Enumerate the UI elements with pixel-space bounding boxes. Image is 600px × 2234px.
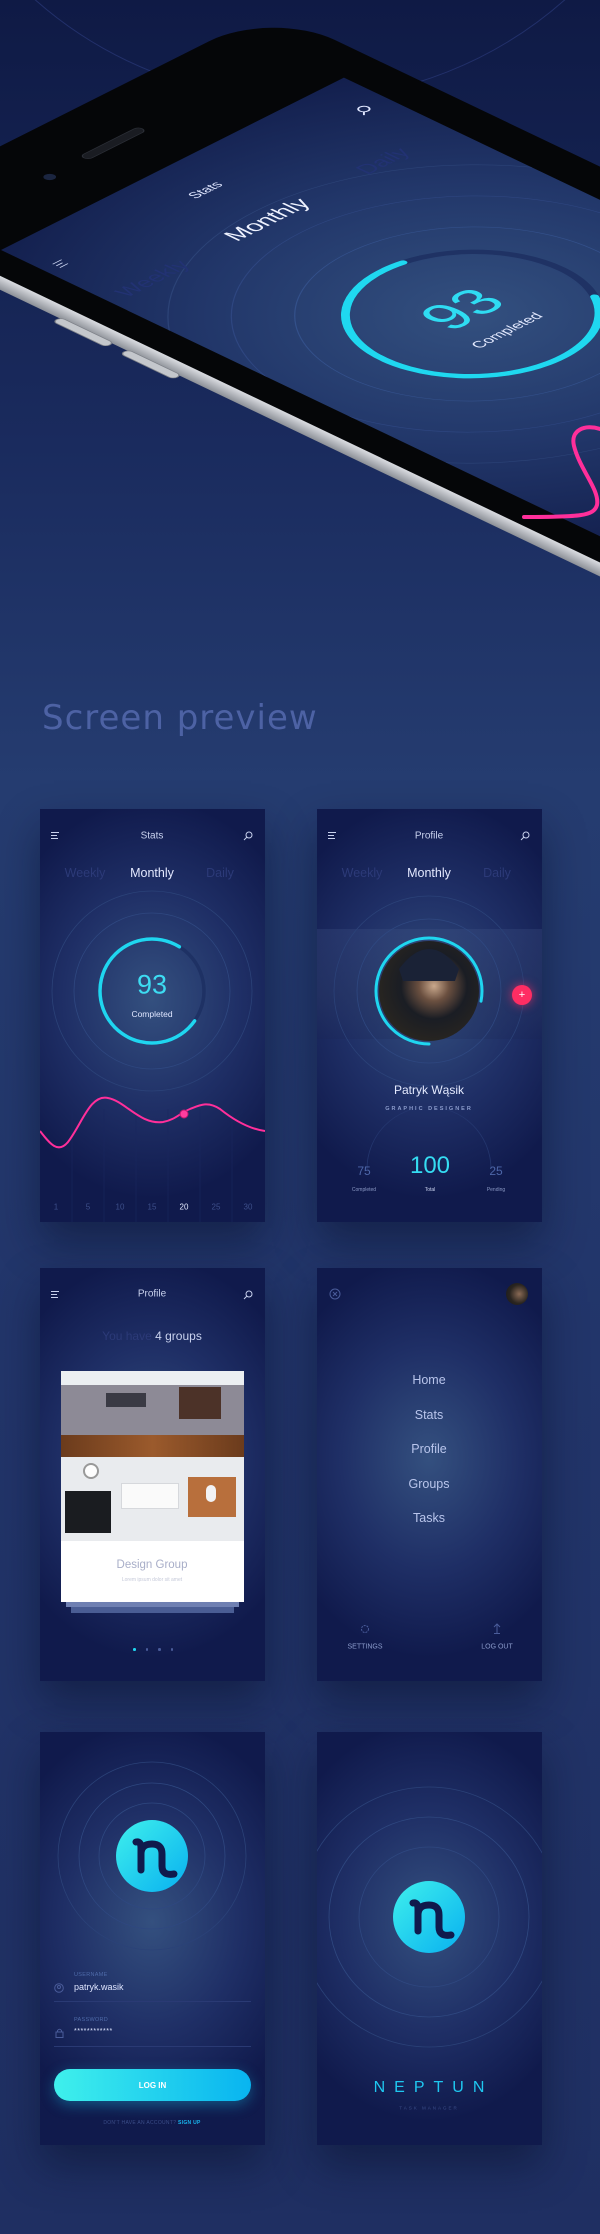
- lock-icon: [55, 2028, 64, 2038]
- page: Stats Weekly Monthly Daily 93 Completed …: [0, 0, 600, 2234]
- settings-button[interactable]: SETTINGS: [347, 1644, 382, 1651]
- password-label: PASSWORD: [74, 2017, 109, 2023]
- splash-screen: NEPTUN TASK MANAGER: [317, 1732, 542, 2145]
- menu-icon[interactable]: [51, 1291, 59, 1298]
- menu-icon[interactable]: [328, 832, 336, 839]
- profile-screen: Profile Weekly Monthly Daily + Patryk Wą…: [317, 809, 542, 1222]
- tab-daily[interactable]: Daily: [483, 866, 511, 880]
- settings-icon[interactable]: [359, 1623, 371, 1635]
- signup-prompt-text: DON'T HAVE AN ACCOUNT?: [103, 2120, 177, 2126]
- group-photo: [61, 1371, 244, 1541]
- tab-weekly[interactable]: Weekly: [65, 866, 106, 880]
- password-input[interactable]: ************: [74, 2028, 113, 2035]
- menu-item-home[interactable]: Home: [412, 1373, 445, 1387]
- section-title: Screen preview: [42, 698, 318, 738]
- login-button[interactable]: LOG IN: [54, 2069, 251, 2101]
- search-icon[interactable]: [520, 831, 530, 841]
- stat-pending-value: 25: [489, 1164, 503, 1178]
- menu-screen: Home Stats Profile Groups Tasks SETTINGS LOG…: [317, 1268, 542, 1681]
- close-icon[interactable]: [329, 1288, 341, 1300]
- groups-count-heading: You have 4 groups: [102, 1329, 202, 1343]
- screen-title: Profile: [414, 830, 444, 842]
- neptun-logo-icon: [116, 1820, 188, 1892]
- card-subtitle: Lorem ipsum dolor sit amet: [121, 1577, 183, 1583]
- x-axis-label[interactable]: 1: [54, 1203, 58, 1212]
- stat-completed-value: 75: [357, 1164, 371, 1178]
- x-axis-label[interactable]: 15: [148, 1203, 157, 1212]
- stat-pending-label: Pending: [486, 1187, 506, 1193]
- x-axis-label[interactable]: 25: [212, 1203, 221, 1212]
- search-icon[interactable]: [243, 831, 253, 841]
- page-dot[interactable]: [133, 1648, 136, 1651]
- login-screen: USERNAME patryk.wasik PASSWORD *********…: [40, 1732, 265, 2145]
- menu-icon[interactable]: [51, 832, 59, 839]
- brand-tagline: TASK MANAGER: [399, 2105, 459, 2111]
- completed-label: Completed: [131, 1009, 173, 1019]
- add-button[interactable]: +: [512, 985, 532, 1005]
- profile-role: GRAPHIC DESIGNER: [385, 1106, 473, 1112]
- groups-count: 4 groups: [155, 1329, 202, 1343]
- page-dot[interactable]: [145, 1648, 148, 1651]
- x-axis-label[interactable]: 20: [180, 1203, 189, 1212]
- tab-weekly[interactable]: Weekly: [342, 866, 383, 880]
- menu-item-stats[interactable]: Stats: [415, 1408, 444, 1422]
- groups-intro-prefix: You have: [102, 1329, 152, 1343]
- user-avatar[interactable]: [506, 1283, 528, 1305]
- card-title: Design Group: [116, 1559, 188, 1571]
- tab-monthly[interactable]: Monthly: [130, 866, 174, 880]
- trend-selected-point[interactable]: [179, 1109, 189, 1119]
- menu-item-tasks[interactable]: Tasks: [413, 1511, 445, 1525]
- screen-title: Profile: [137, 1288, 167, 1300]
- x-axis-label[interactable]: 10: [116, 1203, 125, 1212]
- page-dot[interactable]: [170, 1648, 173, 1651]
- stat-completed-label: Completed: [351, 1187, 377, 1193]
- stat-total-value: 100: [409, 1152, 451, 1179]
- logout-button[interactable]: LOG OUT: [481, 1644, 513, 1651]
- tab-monthly[interactable]: Monthly: [407, 866, 451, 880]
- signup-prompt: DON'T HAVE AN ACCOUNT? SIGN UP: [103, 2120, 200, 2126]
- username-input[interactable]: patryk.wasik: [74, 1982, 124, 1992]
- signup-link[interactable]: SIGN UP: [178, 2120, 201, 2126]
- user-icon: [54, 1983, 64, 1993]
- page-dot[interactable]: [158, 1648, 161, 1651]
- hero-trend-line: [522, 425, 600, 519]
- groups-screen: Profile You have 4 groups Design Group L…: [40, 1268, 265, 1681]
- neptun-logo-icon: [393, 1881, 465, 1953]
- completed-value: 93: [136, 969, 168, 1000]
- menu-item-groups[interactable]: Groups: [409, 1477, 450, 1491]
- search-icon[interactable]: [243, 1290, 253, 1300]
- password-underline: [54, 2046, 251, 2047]
- menu-item-profile[interactable]: Profile: [411, 1442, 446, 1456]
- x-axis-label[interactable]: 5: [86, 1203, 90, 1212]
- stats-screen: Stats Weekly Monthly Daily 93 Completed …: [40, 809, 265, 1222]
- username-label: USERNAME: [74, 1972, 108, 1978]
- profile-name: Patryk Wąsik: [393, 1083, 465, 1097]
- username-underline: [54, 2001, 251, 2002]
- tab-daily[interactable]: Daily: [206, 866, 234, 880]
- group-card[interactable]: Design Group Lorem ipsum dolor sit amet: [61, 1371, 244, 1602]
- logout-icon[interactable]: [492, 1622, 502, 1634]
- screen-title: Stats: [140, 830, 164, 842]
- stats-trend-line: [40, 1096, 265, 1149]
- brand-name: NEPTUN: [373, 2079, 494, 2096]
- x-axis-label[interactable]: 30: [244, 1203, 253, 1212]
- stat-total-label: Total: [424, 1187, 436, 1193]
